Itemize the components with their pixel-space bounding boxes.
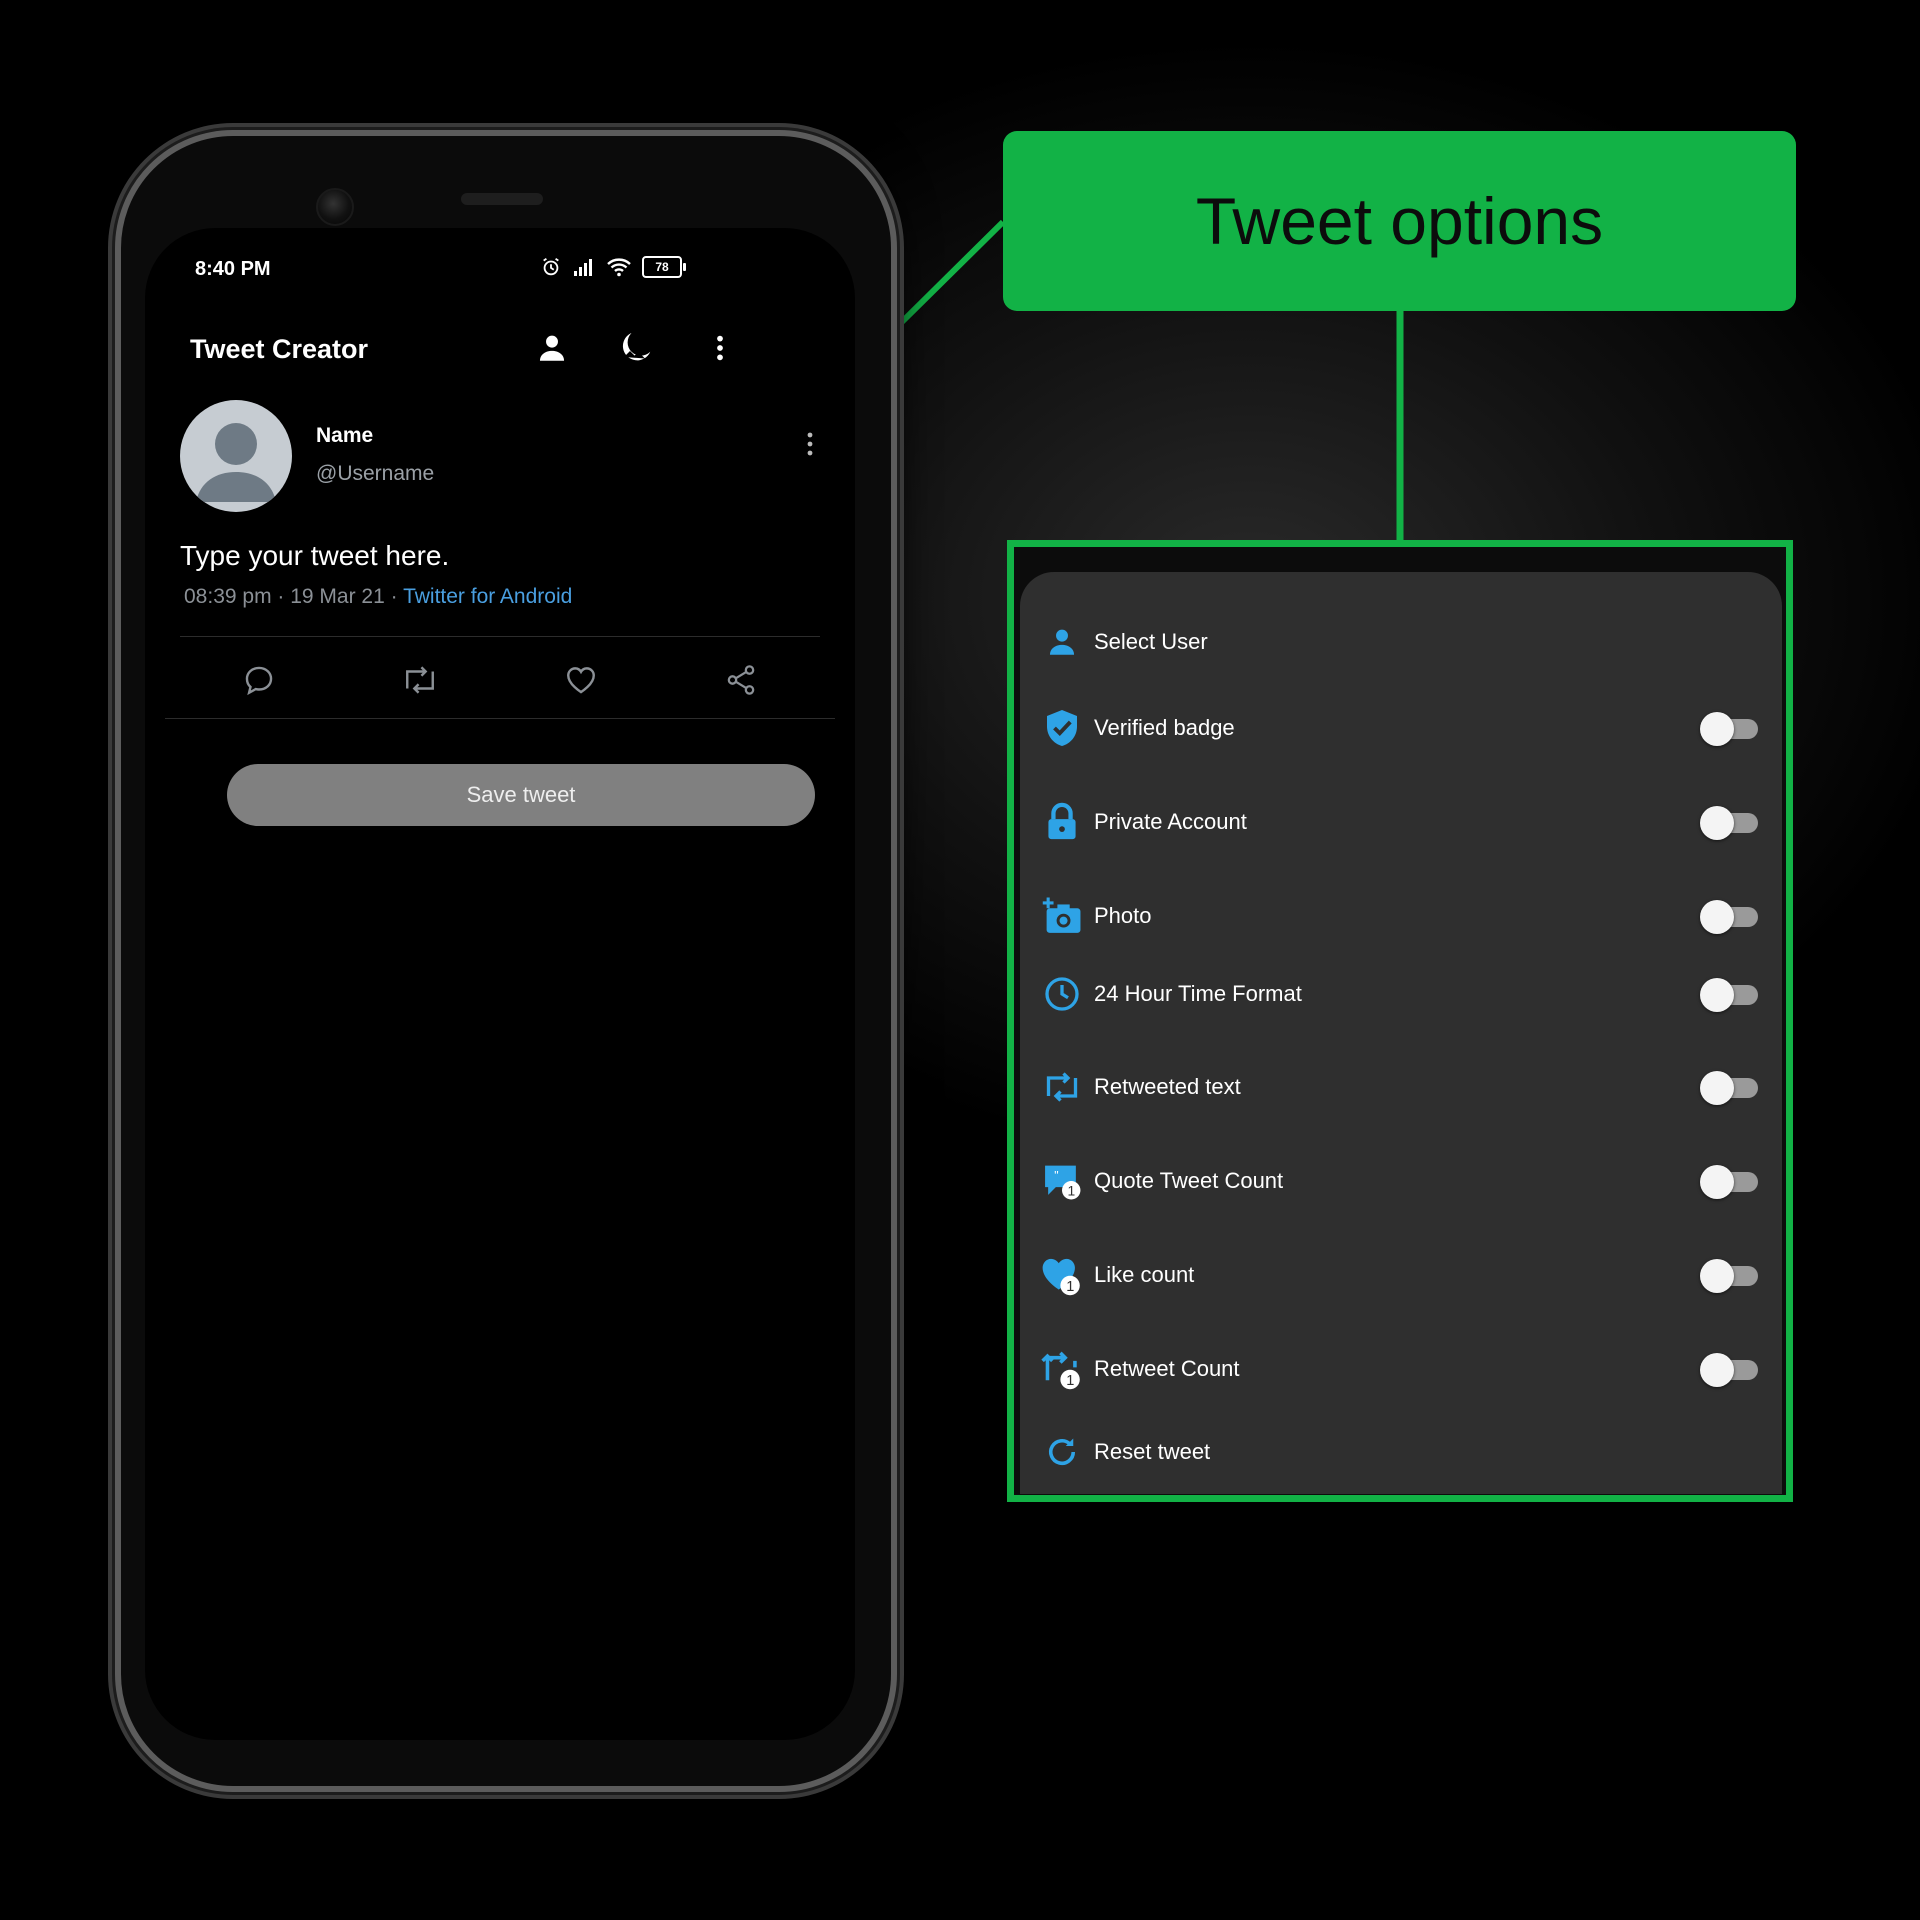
author-name[interactable]: Name <box>316 424 373 448</box>
time-format-toggle[interactable] <box>1700 978 1760 1012</box>
default-avatar-icon <box>196 423 276 502</box>
option-label: Select User <box>1094 629 1208 654</box>
share-icon[interactable] <box>724 663 758 697</box>
option-label: Like count <box>1094 1262 1195 1287</box>
tweet-header: Name @Username <box>180 400 820 520</box>
svg-text:1: 1 <box>1066 1279 1074 1295</box>
person-icon <box>539 335 565 361</box>
quote-count-icon: "1 <box>1045 1165 1081 1200</box>
person-icon <box>1049 629 1075 655</box>
option-verified-badge[interactable]: Verified badge <box>1040 698 1760 758</box>
verified-badge-toggle[interactable] <box>1700 712 1760 746</box>
callout-box: Tweet options <box>1003 131 1796 311</box>
clock-icon <box>1045 977 1079 1011</box>
option-quote-tweet-count[interactable]: " 1 Quote Tweet Count <box>1040 1151 1760 1211</box>
quote-tweet-count-toggle[interactable] <box>1700 1165 1760 1199</box>
photo-toggle[interactable] <box>1700 900 1760 934</box>
status-time: 8:40 PM <box>195 258 271 280</box>
tweet-actions <box>180 650 820 710</box>
option-reset-tweet[interactable]: Reset tweet <box>1040 1422 1760 1482</box>
tweet-text[interactable]: Type your tweet here. <box>180 540 449 572</box>
save-tweet-button[interactable]: Save tweet <box>227 764 815 826</box>
option-select-user[interactable]: Select User <box>1040 612 1760 672</box>
phone-frame: 8:40 PM 78 Tweet Creator Name @Username … <box>115 130 897 1792</box>
phone-screen: 8:40 PM 78 Tweet Creator Name @Username … <box>145 228 855 1740</box>
alarm-icon <box>543 257 559 276</box>
divider <box>165 718 835 719</box>
svg-text:1: 1 <box>1068 1183 1076 1199</box>
divider <box>180 636 820 637</box>
option-label: Retweeted text <box>1094 1074 1241 1099</box>
svg-text:": " <box>1054 1168 1058 1182</box>
option-like-count[interactable]: 1 Like count <box>1040 1245 1760 1305</box>
option-label: Private Account <box>1094 809 1247 834</box>
overflow-menu-button[interactable] <box>698 326 742 370</box>
tweet-meta: 08:39 pm · 19 Mar 21 · Twitter for Andro… <box>184 585 572 609</box>
callout-title: Tweet options <box>1195 184 1604 258</box>
option-label: Reset tweet <box>1094 1439 1211 1464</box>
author-handle[interactable]: @Username <box>316 462 434 486</box>
status-bar: 8:40 PM 78 <box>145 228 855 308</box>
signal-icon <box>574 259 592 276</box>
tweet-client[interactable]: Twitter for Android <box>403 585 572 608</box>
option-private-account[interactable]: Private Account <box>1040 792 1760 852</box>
status-icons: 78 <box>540 256 686 278</box>
option-photo[interactable]: Photo <box>1040 886 1760 946</box>
add-photo-icon <box>1042 897 1081 933</box>
option-label: 24 Hour Time Format <box>1094 981 1302 1006</box>
option-label: Quote Tweet Count <box>1094 1168 1284 1193</box>
tweet-time-date[interactable]: 08:39 pm · 19 Mar 21 · <box>184 585 403 608</box>
wifi-icon <box>607 258 631 277</box>
avatar[interactable] <box>180 400 292 512</box>
like-count-toggle[interactable] <box>1700 1259 1760 1293</box>
like-icon[interactable] <box>563 663 599 697</box>
tweet-options-button[interactable] <box>780 414 840 474</box>
reset-icon <box>1048 1438 1076 1466</box>
front-camera <box>316 188 354 226</box>
retweet-count-toggle[interactable] <box>1700 1353 1760 1387</box>
retweet-icon <box>1046 1072 1078 1102</box>
app-bar: Tweet Creator <box>145 308 855 388</box>
option-retweeted-text[interactable]: Retweeted text <box>1040 1057 1760 1117</box>
like-count-icon: 1 <box>1042 1258 1080 1296</box>
tweet-options-sheet: Select User Verified badge Private Accou… <box>1020 572 1782 1494</box>
option-label: Verified badge <box>1094 715 1235 740</box>
lock-icon <box>1048 802 1076 840</box>
retweeted-text-toggle[interactable] <box>1700 1071 1760 1105</box>
more-vert-icon <box>717 335 723 361</box>
app-title: Tweet Creator <box>190 334 369 364</box>
verified-shield-icon <box>1047 710 1077 746</box>
night-mode-icon <box>622 333 651 361</box>
option-label: Photo <box>1094 903 1152 928</box>
retweet-count-icon: 1 <box>1041 1351 1080 1390</box>
select-user-button[interactable] <box>530 326 574 370</box>
retweet-icon[interactable] <box>401 663 439 697</box>
battery-icon: 78 <box>642 256 686 278</box>
svg-text:1: 1 <box>1066 1373 1074 1389</box>
option-label: Retweet Count <box>1094 1356 1240 1381</box>
option-24-hour-time[interactable]: 24 Hour Time Format <box>1040 964 1760 1024</box>
reply-icon[interactable] <box>242 663 276 697</box>
earpiece-speaker <box>461 193 543 205</box>
private-account-toggle[interactable] <box>1700 806 1760 840</box>
option-retweet-count[interactable]: 1 Retweet Count <box>1040 1339 1760 1399</box>
night-mode-button[interactable] <box>614 326 658 370</box>
more-vert-icon <box>807 432 813 456</box>
